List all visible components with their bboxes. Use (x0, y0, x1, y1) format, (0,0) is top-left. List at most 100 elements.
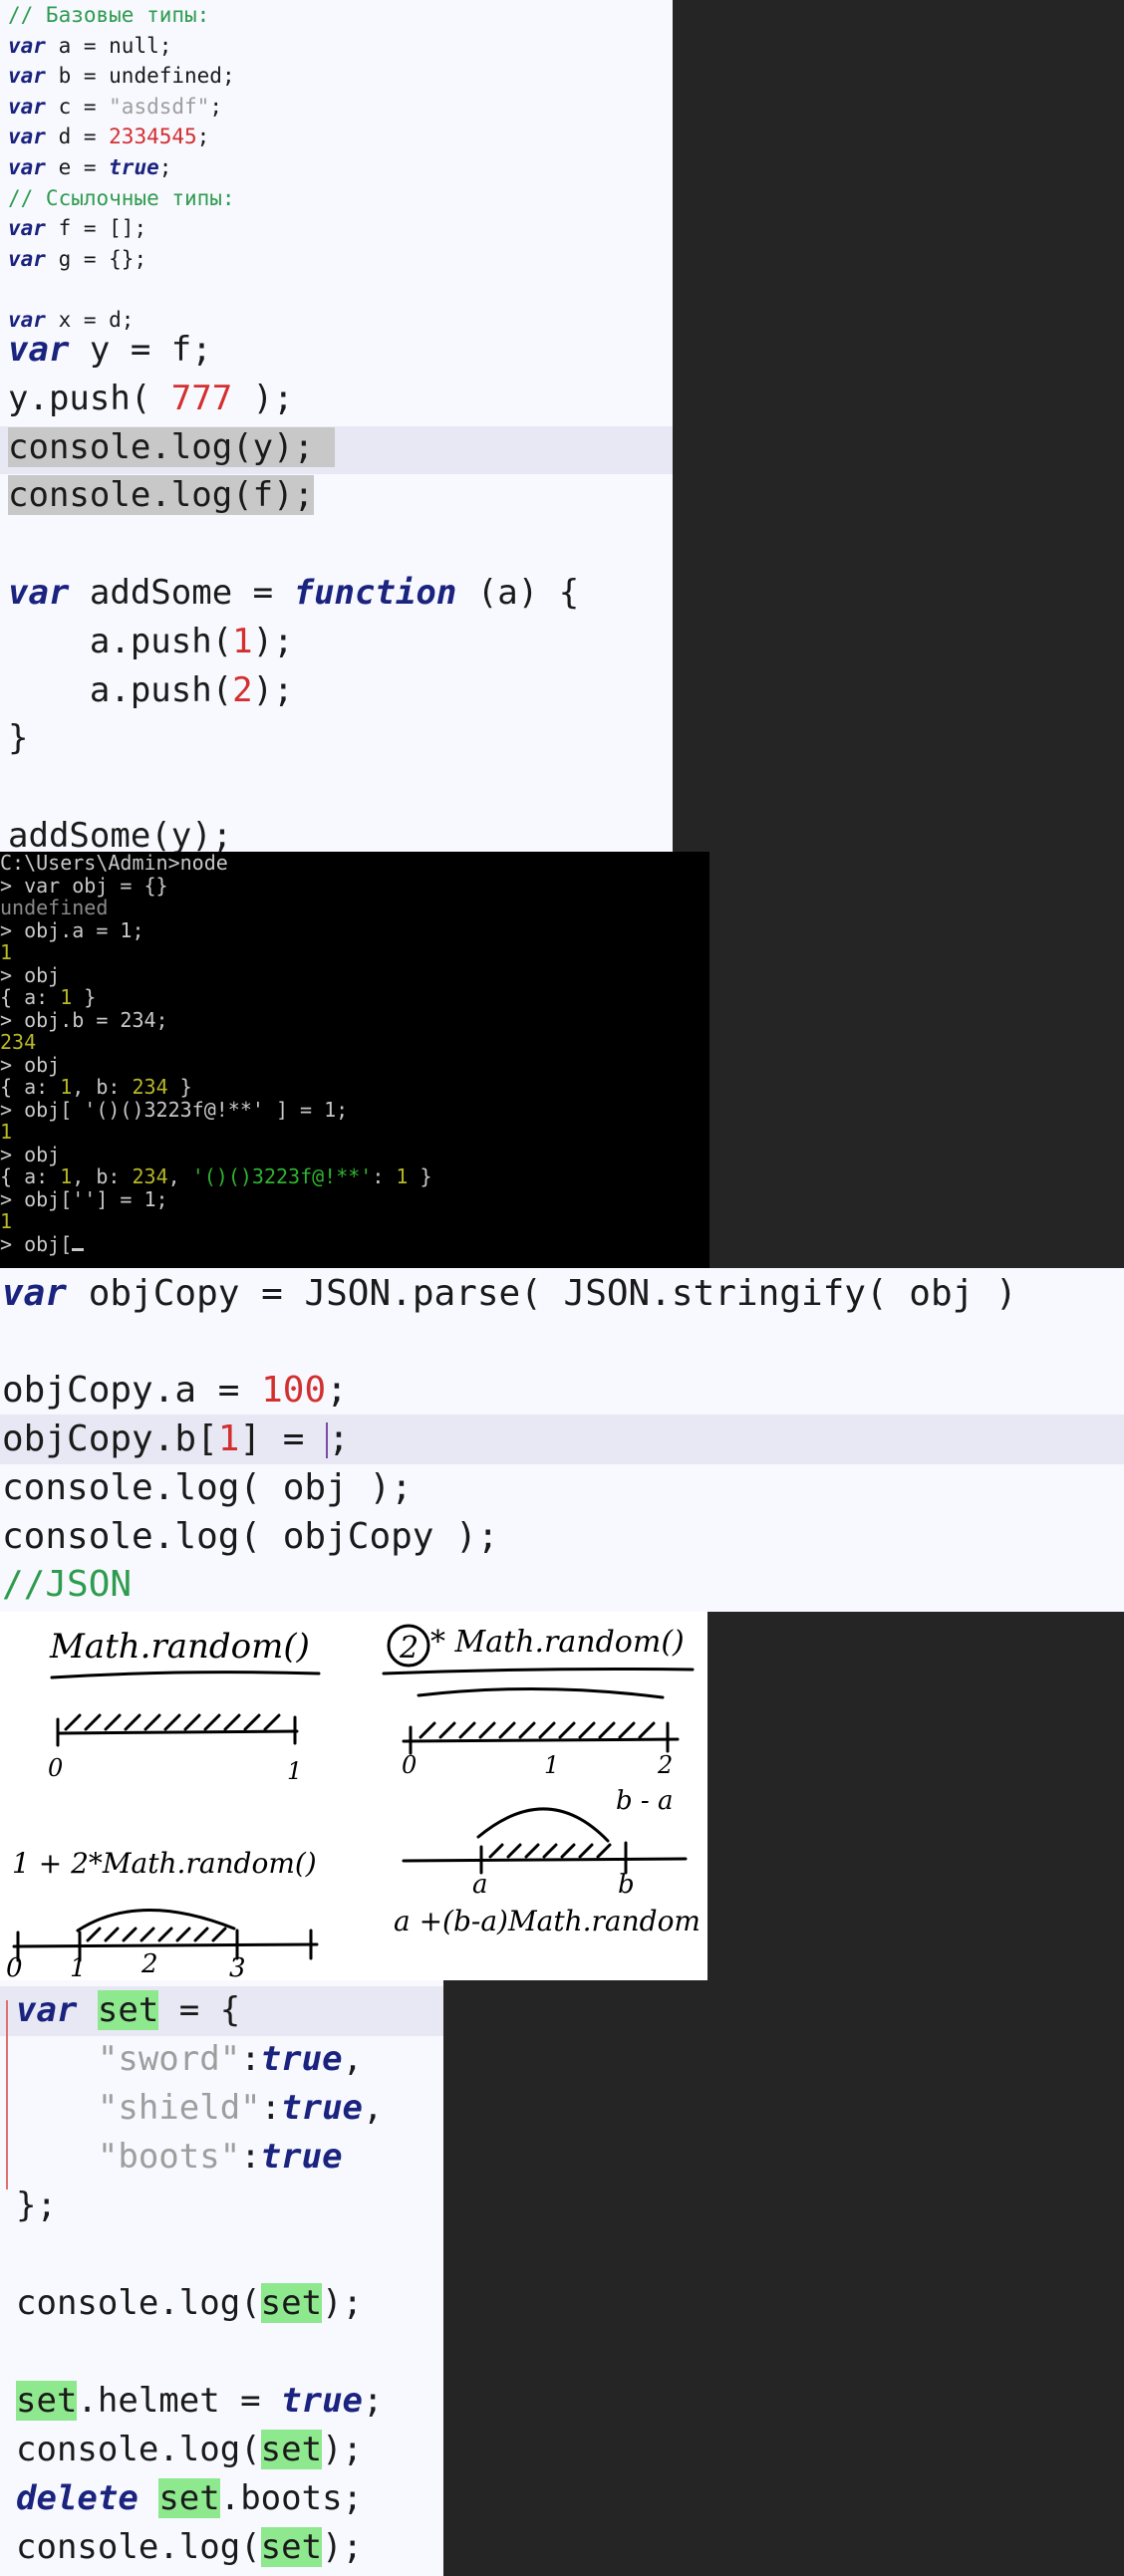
label-b: b (618, 1870, 635, 1900)
code-token: } (408, 1164, 432, 1188)
code-line: var b = undefined; (8, 61, 235, 92)
code-line: var objCopy = JSON.parse( JSON.stringify… (2, 1270, 1017, 1319)
node-console[interactable]: C:\Users\Admin>node > var obj = {} undefin… (0, 852, 709, 1268)
search-match-highlight: set (260, 2527, 323, 2567)
tick-bl-3: 3 (229, 1953, 246, 1980)
code-token: "asdsdf" (109, 94, 210, 119)
code-token: objCopy.b[ (2, 1418, 218, 1460)
code-line: }; (16, 2182, 57, 2230)
code-token: ; (328, 1418, 350, 1460)
console-line: 234 (0, 1031, 36, 1054)
code-token: var (16, 1990, 78, 2030)
code-token: 2334545 (109, 125, 197, 149)
code-editor-set-object[interactable]: var set = { "sword":true, "shield":true,… (0, 1980, 443, 2576)
code-token: ; (209, 94, 222, 119)
code-token: ); (232, 378, 294, 418)
code-token: 1 (60, 1075, 73, 1099)
label-a: a (472, 1870, 488, 1900)
code-token: a.push( (8, 669, 233, 710)
code-line: "sword":true, (16, 2035, 363, 2084)
code-token: '()()3223f@!**' (191, 1164, 373, 1188)
code-line: console.log(f); (8, 471, 315, 520)
code-token: var (8, 216, 46, 241)
code-token: function (293, 573, 457, 613)
console-line: undefined (0, 897, 108, 919)
console-line: > obj[''] = 1; (0, 1186, 168, 1211)
code-token: objCopy.a = (2, 1370, 262, 1412)
code-token: b = undefined; (45, 64, 235, 89)
code-token: }; (16, 2186, 57, 2225)
code-line: var f = []; (8, 213, 146, 244)
code-token: f = []; (45, 216, 147, 241)
code-token: } (8, 718, 29, 759)
code-token: > var obj = {} (0, 873, 168, 898)
code-token: "sword" (97, 2039, 241, 2079)
code-token: 1 (60, 985, 73, 1009)
label-b-minus-a: b - a (616, 1786, 673, 1816)
code-token: } (167, 1075, 192, 1099)
code-line: var c = "asdsdf"; (8, 92, 222, 123)
console-line: 1 (0, 1210, 12, 1233)
code-token: ; (196, 125, 210, 149)
code-token: .helmet = (77, 2381, 282, 2421)
code-token: 1 (60, 1164, 73, 1188)
code-token: var (8, 33, 46, 58)
console-line: 1 (0, 941, 12, 964)
search-match-highlight: set (97, 1990, 159, 2030)
code-editor-json-copy[interactable]: var objCopy = JSON.parse( JSON.stringify… (0, 1268, 1124, 1612)
tick-tr-0: 0 (402, 1751, 417, 1779)
console-line: > var obj = {} (0, 873, 168, 898)
code-line: a.push(2); (8, 666, 294, 715)
console-line: > obj (0, 1143, 60, 1166)
tick-tl-0: 0 (48, 1754, 63, 1782)
code-token: console.log(y); (8, 426, 335, 467)
code-line: y.push( 777 ); (8, 375, 294, 423)
code-line: // Базовые типы: (8, 0, 209, 31)
code-line: console.log( obj ); (2, 1464, 413, 1513)
code-token: .boots; (219, 2478, 364, 2518)
code-token: ] = (239, 1418, 327, 1460)
code-line: } (8, 714, 28, 763)
fold-range-marker (6, 2000, 8, 2190)
code-line: addSome(y); (8, 812, 232, 852)
code-token: var (8, 64, 46, 89)
code-token: console.log( (16, 2430, 261, 2469)
code-line: var set = { (16, 1986, 240, 2035)
code-line: var addSome = function (a) { (8, 569, 579, 618)
code-token: 777 (170, 378, 233, 418)
code-token: console.log( (16, 2283, 261, 2323)
code-editor-types[interactable]: // Базовые типы: var a = null; var b = und… (0, 0, 673, 852)
code-token: : (240, 2039, 261, 2079)
console-line: 1 (0, 1121, 12, 1144)
code-token: , b: (72, 1075, 133, 1099)
code-token: > obj[''] = 1; (0, 1186, 168, 1211)
console-line: { a: 1 } (0, 986, 96, 1009)
code-token: true (281, 2088, 364, 2128)
console-line: > obj[ '()()3223f@!**' ] = 1; (0, 1098, 348, 1122)
code-token: "boots" (97, 2137, 241, 2177)
search-match-highlight: set (158, 2478, 220, 2518)
code-token: > obj (0, 962, 61, 987)
label-math-random: Math.random() (49, 1627, 310, 1667)
code-token: 1 (396, 1164, 409, 1188)
code-token: ); (322, 2527, 364, 2567)
search-match-highlight: set (260, 2430, 323, 2469)
code-token: { a: (0, 1164, 61, 1188)
console-line: C:\Users\Admin>node (0, 852, 228, 875)
console-line: > obj.a = 1; (0, 918, 144, 942)
code-token: 234 (0, 1030, 37, 1054)
code-token: d = (45, 125, 110, 149)
tick-bl-0: 0 (6, 1953, 23, 1980)
code-token: , (363, 2088, 384, 2128)
code-token: : (260, 2088, 282, 2128)
code-token: undefined (0, 896, 109, 919)
code-token: ; (326, 1370, 348, 1412)
search-match-highlight: set (260, 2283, 323, 2323)
code-token: ); (252, 669, 294, 710)
code-line: set.helmet = true; (16, 2377, 384, 2426)
code-line: // Ссылочные типы: (8, 183, 235, 214)
code-token: a = null; (45, 33, 172, 58)
